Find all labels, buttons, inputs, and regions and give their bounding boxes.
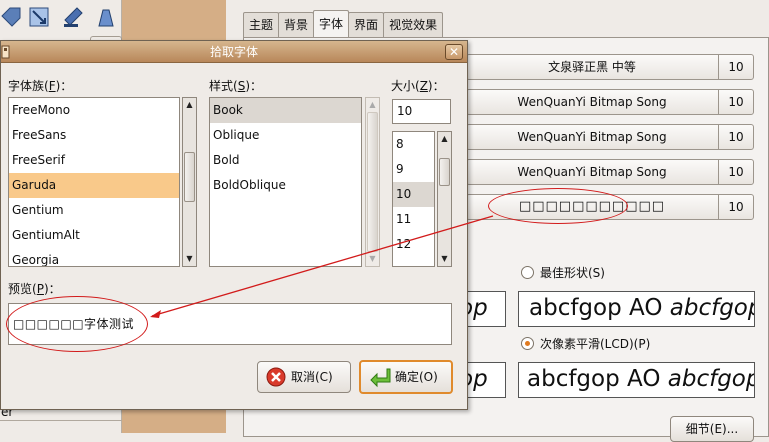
font-button-size: 10 [718,160,753,184]
details-button[interactable]: 细节(E)... [670,416,754,442]
annotation-circle-preview [6,296,148,352]
size-item[interactable]: 11 [393,207,434,232]
sample-text: abcfgop AO [527,366,661,392]
family-item-selected[interactable]: Garuda [9,173,179,198]
tab-bar: 主题 背景 字体 界面 视觉效果 [243,10,444,37]
paint-icon[interactable] [95,6,117,28]
cancel-icon [266,367,286,387]
scroll-up-icon[interactable]: ▲ [366,98,379,112]
font-button-size: 10 [718,55,753,79]
best-shape-label: 最佳形状(S) [540,266,605,280]
tab-theme[interactable]: 主题 [243,12,280,37]
family-item[interactable]: FreeMono [9,98,179,123]
preview-label: 预览(P)： [8,282,61,296]
style-item-selected[interactable]: Book [210,98,361,123]
style-scrollbar[interactable]: ▲ ▼ [365,97,380,267]
stamp-icon[interactable] [62,6,84,28]
subpixel-radio[interactable] [521,337,534,350]
font-button-size: 10 [718,90,753,114]
sample-text-italic: abcfgop [669,295,755,321]
size-item[interactable]: 9 [393,157,434,182]
tag-icon[interactable] [0,6,22,28]
ok-button-label: 确定(O) [395,370,438,384]
window-title-font-button[interactable]: WenQuanYi Bitmap Song 10 [466,159,754,185]
style-item[interactable]: Bold [210,148,361,173]
font-button-size: 10 [718,125,753,149]
family-item[interactable]: GentiumAlt [9,223,179,248]
family-item[interactable]: FreeSans [9,123,179,148]
tab-background[interactable]: 背景 [278,12,315,37]
document-font-button[interactable]: WenQuanYi Bitmap Song 10 [466,89,754,115]
desktop-font-button[interactable]: WenQuanYi Bitmap Song 10 [466,124,754,150]
scroll-thumb[interactable] [367,112,378,252]
family-label: 字体族(F)： [8,79,73,93]
tab-visual-effects[interactable]: 视觉效果 [383,12,444,37]
style-label: 样式(S)： [209,79,262,93]
cancel-button-label: 取消(C) [291,370,333,384]
sample-text-italic: abcfgop [667,366,755,392]
image-resize-icon[interactable] [28,6,50,28]
ok-button[interactable]: 确定(O) [359,360,453,394]
application-font-button[interactable]: 文泉驿正黑 中等 10 [466,54,754,80]
tab-interface[interactable]: 界面 [348,12,385,37]
family-item[interactable]: Gentium [9,198,179,223]
scroll-thumb[interactable] [184,152,195,202]
size-entry[interactable]: 10 [392,99,451,124]
scroll-up-icon[interactable]: ▲ [183,98,196,112]
style-item[interactable]: Oblique [210,123,361,148]
sidebar-bottom-edge [0,420,122,433]
enter-arrow-icon [370,368,391,388]
font-button-size: 10 [718,195,753,219]
scroll-down-icon[interactable]: ▼ [438,252,451,266]
family-item[interactable]: Georgia [9,248,179,266]
sample-text: abcfgop AO [529,295,663,321]
best-shape-radio[interactable] [521,266,534,279]
close-icon[interactable]: ✕ [445,44,463,60]
sample-preview-4[interactable]: abcfgop AO abcfgop [518,362,755,398]
font-button-name: 文泉驿正黑 中等 [548,60,636,74]
family-item[interactable]: FreeSerif [9,148,179,173]
size-item[interactable]: 8 [393,132,434,157]
scroll-down-icon[interactable]: ▼ [366,252,379,266]
size-label: 大小(Z)： [391,79,445,93]
family-scrollbar[interactable]: ▲ ▼ [182,97,197,267]
style-list[interactable]: Book Oblique Bold BoldOblique [209,97,362,267]
dialog-titlebar[interactable]: 拾取字体 ✕ [1,41,467,63]
size-scrollbar[interactable]: ▲ ▼ [437,131,452,267]
style-item[interactable]: BoldOblique [210,173,361,198]
tab-fonts[interactable]: 字体 [313,10,350,37]
size-item[interactable]: 12 [393,232,434,257]
scroll-up-icon[interactable]: ▲ [438,132,451,146]
subpixel-label: 次像素平滑(LCD)(P) [540,337,651,351]
annotation-circle-font-button [488,188,628,224]
cancel-button[interactable]: 取消(C) [257,361,351,393]
font-button-name: WenQuanYi Bitmap Song [517,130,667,144]
size-list[interactable]: 8 9 10 11 12 [392,131,435,267]
scroll-thumb[interactable] [439,158,450,186]
dialog-title: 拾取字体 [209,45,258,59]
font-button-name: WenQuanYi Bitmap Song [517,95,667,109]
font-button-name: WenQuanYi Bitmap Song [517,165,667,179]
size-item-selected[interactable]: 10 [393,182,434,207]
font-picker-dialog: 拾取字体 ✕ 字体族(F)： 样式(S)： 大小(Z)： FreeMono Fr… [0,40,468,410]
sample-preview-2[interactable]: abcfgop AO abcfgop [518,291,755,327]
scroll-down-icon[interactable]: ▼ [183,252,196,266]
family-list[interactable]: FreeMono FreeSans FreeSerif Garuda Genti… [8,97,180,267]
